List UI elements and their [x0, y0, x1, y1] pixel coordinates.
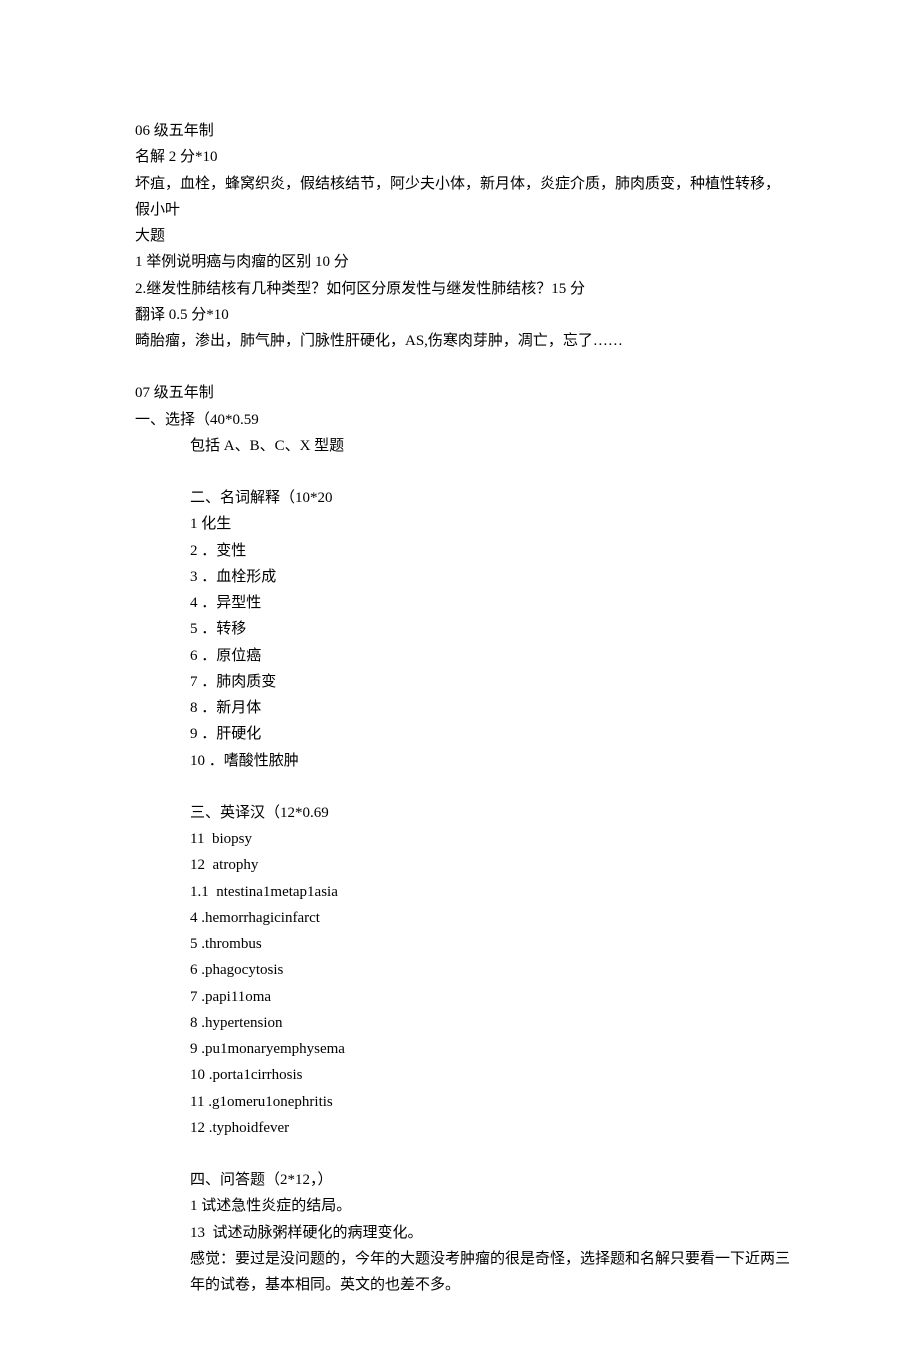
- blank-spacer: [135, 459, 790, 485]
- list-item: 8 .hypertension: [135, 1010, 790, 1036]
- s06-fanyi-header: 翻译 0.5 分*10: [135, 302, 790, 328]
- list-item: 4 .hemorrhagicinfarct: [135, 905, 790, 931]
- list-item: 2 ．变性: [135, 538, 790, 564]
- s07-note: 感觉：要过是没问题的，今年的大题没考肿瘤的很是奇怪，选择题和名解只要看一下近两三…: [135, 1246, 790, 1299]
- list-item: 1 化生: [135, 511, 790, 537]
- s06-mingjie-body: 坏疽，血栓，蜂窝织炎，假结核结节，阿少夫小体，新月体，炎症介质，肺肉质变，种植性…: [135, 171, 790, 224]
- list-item: 10 .porta1cirrhosis: [135, 1062, 790, 1088]
- list-item: 7 ．肺肉质变: [135, 669, 790, 695]
- list-item: 12 .typhoidfever: [135, 1115, 790, 1141]
- s07-sec4-header: 四、问答题（2*12，）: [135, 1167, 790, 1193]
- s06-fanyi-body: 畸胎瘤，渗出，肺气肿，门脉性肝硬化，AS,伤寒肉芽肿，凋亡，忘了……: [135, 328, 790, 354]
- s07-sec1-header: 一、选择（40*0.59: [135, 407, 790, 433]
- list-item: 10 ．嗜酸性脓肿: [135, 748, 790, 774]
- s07-sec2-header: 二、名词解释（10*20: [135, 485, 790, 511]
- list-item: 9 .pu1monaryemphysema: [135, 1036, 790, 1062]
- list-item: 8 ．新月体: [135, 695, 790, 721]
- s07-sec3-header: 三、英译汉（12*0.69: [135, 800, 790, 826]
- list-item: 3 ．血栓形成: [135, 564, 790, 590]
- list-item: 9 ．肝硬化: [135, 721, 790, 747]
- s06-dati-2: 2.继发性肺结核有几种类型？如何区分原发性与继发性肺结核？15 分: [135, 276, 790, 302]
- list-item: 13 试述动脉粥样硬化的病理变化。: [135, 1220, 790, 1246]
- blank-spacer: [135, 1141, 790, 1167]
- list-item: 11 biopsy: [135, 826, 790, 852]
- blank-spacer: [135, 354, 790, 380]
- s06-dati-1: 1 举例说明癌与肉瘤的区别 10 分: [135, 249, 790, 275]
- list-item: 11 .g1omeru1onephritis: [135, 1089, 790, 1115]
- list-item: 1 试述急性炎症的结局。: [135, 1193, 790, 1219]
- s07-sec1-sub: 包括 A、B、C、X 型题: [135, 433, 790, 459]
- list-item: 12 atrophy: [135, 852, 790, 878]
- list-item: 5 .thrombus: [135, 931, 790, 957]
- s06-dati-header: 大题: [135, 223, 790, 249]
- list-item: 4 ．异型性: [135, 590, 790, 616]
- list-item: 7 .papi11oma: [135, 984, 790, 1010]
- document-page: 06 级五年制 名解 2 分*10 坏疽，血栓，蜂窝织炎，假结核结节，阿少夫小体…: [0, 0, 920, 1358]
- s06-mingjie-header: 名解 2 分*10: [135, 144, 790, 170]
- list-item: 5 ．转移: [135, 616, 790, 642]
- s07-title: 07 级五年制: [135, 380, 790, 406]
- s06-title: 06 级五年制: [135, 118, 790, 144]
- list-item: 6 .phagocytosis: [135, 957, 790, 983]
- blank-spacer: [135, 774, 790, 800]
- list-item: 1.1 ntestina1metap1asia: [135, 879, 790, 905]
- list-item: 6 ．原位癌: [135, 643, 790, 669]
